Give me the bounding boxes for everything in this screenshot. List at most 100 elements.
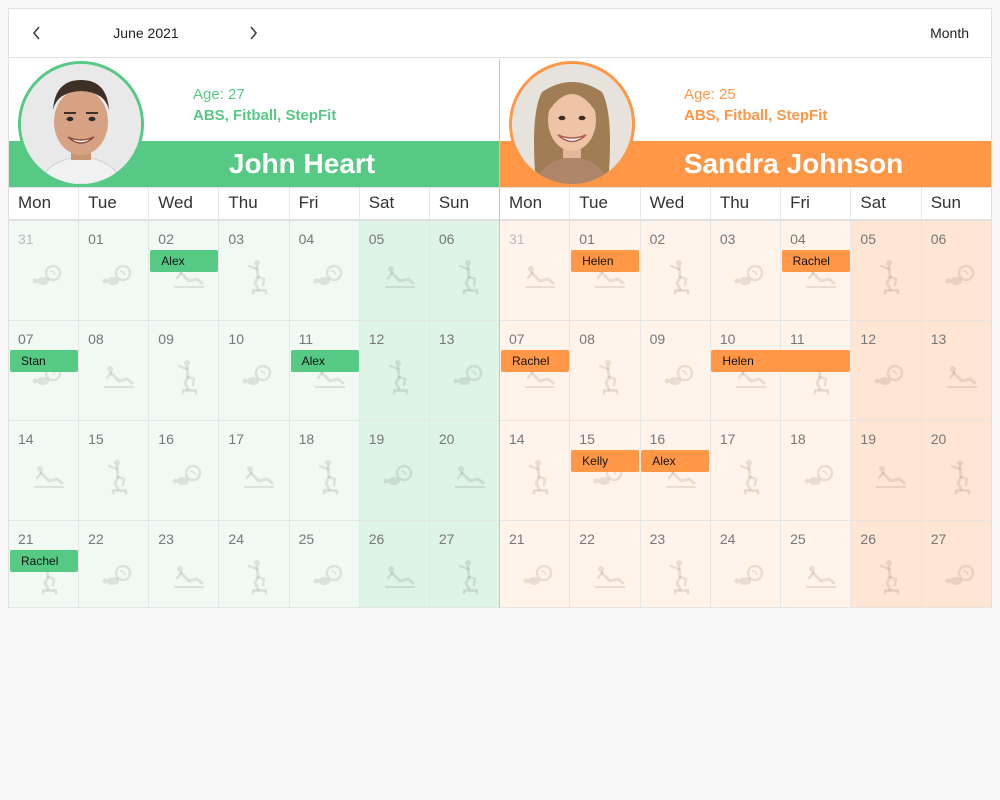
appointment[interactable]: Alex (150, 250, 219, 272)
fitball-icon (803, 459, 839, 495)
fitball-icon (944, 559, 980, 595)
day-cell[interactable]: 16 (149, 421, 220, 521)
day-cell[interactable]: 17 (710, 421, 782, 521)
appointment[interactable]: Stan (10, 350, 79, 372)
day-cell[interactable]: 10 (219, 321, 290, 421)
day-cell[interactable]: 12 (851, 321, 922, 421)
day-cell[interactable]: 26 (359, 521, 430, 608)
day-cell[interactable]: 25 (781, 521, 852, 608)
day-number: 22 (579, 531, 595, 547)
day-number: 27 (438, 531, 455, 547)
appointment[interactable]: Rachel (501, 350, 570, 372)
day-cell[interactable]: 05 (851, 221, 922, 321)
day-number: 14 (509, 431, 525, 447)
weekday-label: Fri (290, 188, 360, 219)
day-cell[interactable]: 22 (570, 521, 641, 608)
day-cell[interactable]: 01 (79, 221, 150, 321)
day-cell[interactable]: 31 (9, 221, 80, 321)
appointment[interactable]: Alex (641, 450, 710, 472)
weekday-label: Wed (641, 188, 711, 219)
day-cell[interactable]: 14 (9, 421, 80, 521)
day-cell[interactable]: 15 (79, 421, 150, 521)
appointment[interactable]: Rachel (781, 250, 850, 272)
day-cell[interactable]: 24 (219, 521, 290, 608)
day-number: 31 (18, 231, 34, 247)
day-cell[interactable]: 20 (921, 421, 991, 521)
day-cell[interactable]: 03 (219, 221, 290, 321)
day-cell[interactable]: 26 (851, 521, 922, 608)
day-cell[interactable]: 06 (921, 221, 991, 321)
day-cell[interactable]: 27 (921, 521, 991, 608)
day-number: 16 (158, 431, 174, 447)
appointment[interactable]: Rachel (10, 550, 79, 572)
day-cell[interactable]: 21 (500, 521, 571, 608)
scheduler-toolbar: June 2021 Month (9, 9, 991, 58)
appointment[interactable]: Helen (571, 250, 640, 272)
fitball-icon (312, 259, 348, 295)
stepfit-icon (452, 559, 488, 595)
day-cell[interactable]: 08 (79, 321, 150, 421)
day-cell[interactable]: 19 (851, 421, 922, 521)
day-cell[interactable]: 09 (149, 321, 220, 421)
day-cell[interactable]: 19 (359, 421, 430, 521)
fitball-icon (522, 559, 558, 595)
stepfit-icon (522, 459, 558, 495)
day-cell[interactable]: 22 (79, 521, 150, 608)
day-cell[interactable]: 13 (429, 321, 499, 421)
scheduler: June 2021 Month John Heart Age: 27 ABS, Fi… (8, 8, 992, 608)
weekday-header: Mon Tue Wed Thu Fri Sat Sun (9, 187, 499, 221)
day-number: 21 (18, 531, 34, 547)
chevron-left-icon[interactable] (25, 21, 49, 45)
fitball-icon (452, 359, 488, 395)
week-row: 14 15 16 17 18 19 20 (9, 421, 499, 521)
day-number: 22 (88, 531, 104, 547)
abs-icon (382, 259, 418, 295)
day-cell[interactable]: 17 (219, 421, 290, 521)
day-cell[interactable]: 08 (570, 321, 641, 421)
resource-age: Age: 27 (193, 86, 245, 103)
weekday-label: Thu (711, 188, 782, 219)
appointment[interactable]: Kelly (571, 450, 640, 472)
day-cell[interactable]: 12 (359, 321, 430, 421)
period-label[interactable]: June 2021 (71, 25, 221, 41)
day-cell[interactable]: 25 (289, 521, 360, 608)
abs-icon (171, 559, 207, 595)
day-cell[interactable]: 14 (500, 421, 571, 521)
fitball-icon (312, 559, 348, 595)
day-cell[interactable]: 20 (429, 421, 499, 521)
weekday-label: Mon (500, 188, 571, 219)
day-number: 17 (719, 431, 736, 447)
stepfit-icon (171, 359, 207, 395)
day-number: 24 (228, 531, 244, 547)
day-cell[interactable]: 31 (500, 221, 571, 321)
day-cell[interactable]: 03 (710, 221, 782, 321)
chevron-right-icon[interactable] (241, 21, 265, 45)
resource-panel-john-heart: John Heart Age: 27 ABS, Fitball, StepFit Mo… (9, 59, 500, 608)
day-cell[interactable]: 13 (921, 321, 991, 421)
day-cell[interactable]: 27 (429, 521, 499, 608)
appointment[interactable]: Alex (290, 350, 359, 372)
day-cell[interactable]: 23 (149, 521, 220, 608)
day-number: 19 (860, 431, 876, 447)
abs-icon (873, 459, 909, 495)
day-cell[interactable]: 09 (640, 321, 711, 421)
view-switcher-month[interactable]: Month (930, 25, 969, 41)
day-cell[interactable]: 02 (640, 221, 711, 321)
day-cell[interactable]: 06 (429, 221, 499, 321)
day-number: 16 (649, 431, 666, 447)
day-number: 07 (509, 331, 525, 347)
day-number: 11 (790, 331, 805, 347)
day-cell[interactable]: 04 (289, 221, 360, 321)
day-number: 06 (438, 231, 455, 247)
day-cell[interactable]: 18 (289, 421, 360, 521)
day-cell[interactable]: 05 (359, 221, 430, 321)
stepfit-icon (382, 359, 418, 395)
fitball-icon (241, 359, 277, 395)
fitball-icon (663, 359, 699, 395)
day-cell[interactable]: 24 (710, 521, 782, 608)
day-cell[interactable]: 18 (781, 421, 852, 521)
day-cell[interactable]: 23 (640, 521, 711, 608)
day-number: 13 (930, 331, 947, 347)
appointment[interactable]: Helen (711, 350, 850, 372)
day-number: 07 (18, 331, 34, 347)
